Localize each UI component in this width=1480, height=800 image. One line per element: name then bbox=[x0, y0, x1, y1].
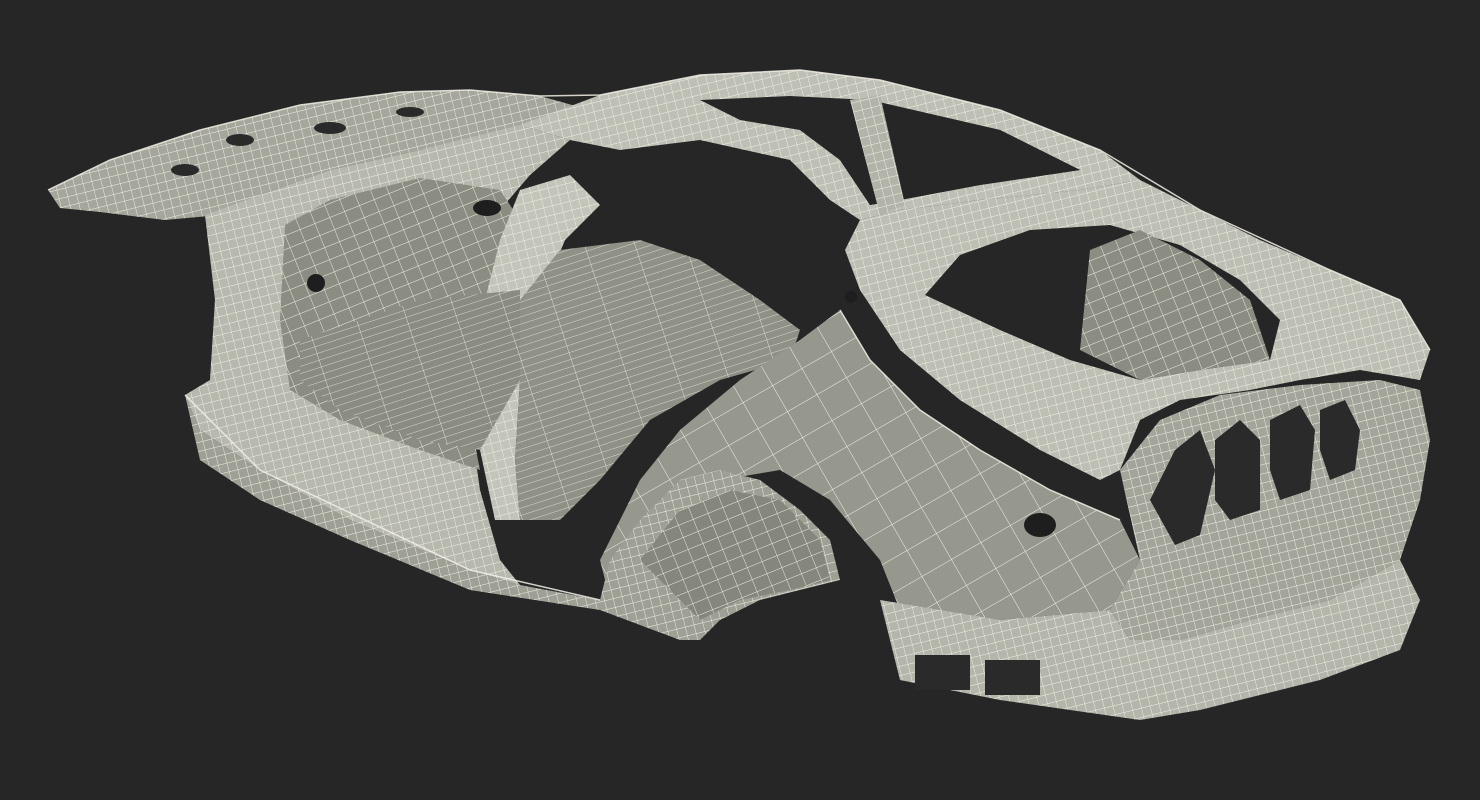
render-viewport bbox=[0, 0, 1480, 800]
fuel-filler-hole bbox=[1024, 513, 1056, 537]
panel-hole bbox=[307, 274, 325, 292]
trunk-cavity bbox=[1270, 405, 1315, 500]
lower-cavity bbox=[915, 655, 970, 690]
panel-hole bbox=[473, 200, 501, 216]
cowl-hole bbox=[226, 134, 254, 146]
cowl-hole bbox=[171, 164, 199, 176]
trunk-cavity bbox=[1215, 420, 1260, 520]
cowl-hole bbox=[314, 122, 346, 134]
panel-hole bbox=[845, 291, 857, 303]
cowl-hole bbox=[396, 107, 424, 117]
lower-cavity bbox=[985, 660, 1040, 695]
car-body-wireframe-render bbox=[47, 69, 1431, 720]
